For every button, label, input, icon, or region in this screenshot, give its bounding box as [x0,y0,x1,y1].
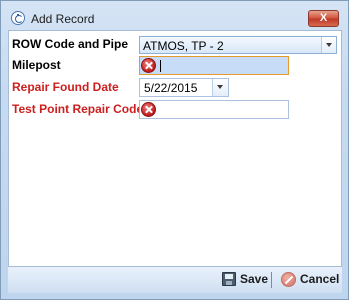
close-button[interactable]: X [308,10,339,27]
title-bar[interactable]: Add Record X [1,1,348,30]
save-button[interactable]: Save [220,271,268,290]
form-area: ROW Code and Pipe ATMOS, TP - 2 Milepost… [8,30,342,293]
repair-found-date-label: Repair Found Date [12,80,119,94]
repair-found-date-value: 5/22/2015 [144,81,198,95]
chevron-down-icon [326,43,332,47]
error-icon [141,102,156,117]
floppy-disk-icon [222,272,236,286]
save-label: Save [240,272,269,286]
test-point-repair-code-input[interactable] [139,100,289,119]
add-record-dialog: Add Record X ROW Code and Pipe ATMOS, TP… [0,0,349,300]
row-code-select[interactable]: ATMOS, TP - 2 [139,36,337,54]
cancel-label: Cancel [300,272,340,286]
chevron-down-icon [217,85,223,89]
error-icon [141,58,156,73]
repair-found-date-picker[interactable]: 5/22/2015 [139,78,229,97]
row-code-dropdown-button[interactable] [321,37,336,53]
text-caret [160,60,161,72]
milepost-input[interactable] [139,56,289,75]
app-icon [11,11,25,25]
window-title: Add Record [31,12,95,26]
cancel-icon [281,272,296,287]
date-dropdown-button[interactable] [212,79,228,96]
row-code-value: ATMOS, TP - 2 [143,39,224,53]
milepost-label: Milepost [12,58,61,72]
test-point-repair-code-label: Test Point Repair Code [12,102,144,116]
row-code-label: ROW Code and Pipe [12,37,129,51]
toolbar-separator [271,272,272,288]
cancel-button[interactable]: Cancel [280,271,340,290]
dialog-footer: Save Cancel [8,266,342,293]
